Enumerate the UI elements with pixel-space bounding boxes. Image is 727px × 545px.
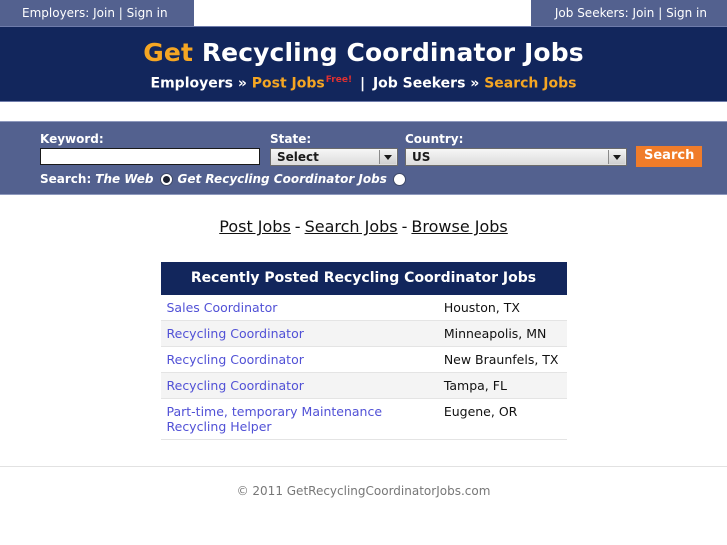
job-title-link[interactable]: Recycling Coordinator <box>167 326 304 341</box>
chevron-right-icon-2: » <box>470 75 480 92</box>
scope-web-radio[interactable] <box>159 172 173 186</box>
employers-prefix-label: Employers: <box>22 6 90 20</box>
masthead-jobseekers-label: Job Seekers <box>372 75 466 92</box>
masthead-search-jobs-link[interactable]: Search Jobs <box>484 76 576 92</box>
job-title-link[interactable]: Part-time, temporary Maintenance Recycli… <box>167 404 383 434</box>
table-row[interactable]: Part-time, temporary Maintenance Recycli… <box>160 398 567 440</box>
copyright-text: © 2011 GetRecyclingCoordinatorJobs.com <box>236 484 491 498</box>
page-title-rest: Recycling Coordinator Jobs <box>193 38 584 67</box>
masthead-employers-label: Employers <box>150 75 233 92</box>
job-title-link[interactable]: Recycling Coordinator <box>167 378 304 393</box>
quicklink-post-jobs[interactable]: Post Jobs <box>219 217 291 236</box>
country-label: Country: <box>405 132 464 146</box>
search-input[interactable] <box>40 148 260 165</box>
job-title-cell: Part-time, temporary Maintenance Recycli… <box>160 398 438 440</box>
scope-site-label: Get Recycling Coordinator Jobs <box>177 172 387 186</box>
state-select[interactable]: Select <box>270 148 398 166</box>
search-scope-row: Search: The Web Get Recycling Coordinato… <box>40 172 411 186</box>
quicklink-browse-jobs[interactable]: Browse Jobs <box>411 217 507 236</box>
page-title-accent: Get <box>143 38 194 67</box>
table-row[interactable]: Sales Coordinator Houston, TX <box>160 295 567 321</box>
footer: © 2011 GetRecyclingCoordinatorJobs.com <box>0 467 727 498</box>
jobseekers-utility-chip: Job Seekers: Join | Sign in <box>530 0 727 26</box>
state-select-value: Select <box>277 150 319 164</box>
recent-jobs-panel: Recently Posted Recycling Coordinator Jo… <box>160 262 567 440</box>
table-row[interactable]: Recycling Coordinator New Braunfels, TX <box>160 346 567 373</box>
employers-join-link[interactable]: Join <box>93 6 115 20</box>
scope-web-label: The Web <box>95 172 154 186</box>
top-utility-bar: Employers: Join | Sign in Job Seekers: J… <box>0 0 727 26</box>
keyword-label: Keyword: <box>40 132 104 146</box>
chevron-down-icon-2[interactable] <box>608 150 625 164</box>
country-select-value: US <box>412 150 431 164</box>
employers-divider: | <box>118 6 123 20</box>
job-title-cell: Recycling Coordinator <box>160 346 438 373</box>
free-badge: Free! <box>325 75 353 85</box>
quicklink-dash-1: - <box>294 217 301 236</box>
job-title-link[interactable]: Recycling Coordinator <box>167 352 304 367</box>
masthead-nav-pipe: | <box>359 75 366 92</box>
chevron-right-icon: » <box>237 75 247 92</box>
search-panel: Keyword: State: Select Country: US Searc… <box>0 121 727 195</box>
job-location-cell: New Braunfels, TX <box>437 346 567 373</box>
search-button[interactable]: Search <box>636 146 703 168</box>
job-title-link[interactable]: Sales Coordinator <box>167 300 278 315</box>
jobseekers-signin-link[interactable]: Sign in <box>666 6 707 20</box>
job-title-cell: Recycling Coordinator <box>160 320 438 347</box>
recent-jobs-header: Recently Posted Recycling Coordinator Jo… <box>160 262 567 295</box>
jobseekers-join-link[interactable]: Join <box>633 6 655 20</box>
employers-signin-link[interactable]: Sign in <box>127 6 168 20</box>
jobseekers-divider: | <box>658 6 663 20</box>
state-label: State: <box>270 132 312 146</box>
page-title: Get Recycling Coordinator Jobs <box>0 27 727 67</box>
recent-jobs-tbody: Sales Coordinator Houston, TX Recycling … <box>160 295 567 440</box>
masthead-post-jobs-link[interactable]: Post Jobs <box>252 76 325 92</box>
job-location-cell: Eugene, OR <box>437 398 567 440</box>
search-scope-label: Search: <box>40 172 92 186</box>
masthead-nav: Employers » Post JobsFree! | Job Seekers… <box>0 75 727 92</box>
table-row[interactable]: Recycling Coordinator Tampa, FL <box>160 372 567 399</box>
jobseekers-prefix-label: Job Seekers: <box>554 6 629 20</box>
job-title-cell: Sales Coordinator <box>160 295 438 321</box>
chevron-down-icon[interactable] <box>379 150 396 164</box>
search-panel-wrapper: Keyword: State: Select Country: US Searc… <box>0 102 727 195</box>
job-location-cell: Minneapolis, MN <box>437 320 567 347</box>
recent-jobs-table: Sales Coordinator Houston, TX Recycling … <box>160 295 567 440</box>
table-row[interactable]: Recycling Coordinator Minneapolis, MN <box>160 320 567 347</box>
job-title-cell: Recycling Coordinator <box>160 372 438 399</box>
quicklink-dash-2: - <box>401 217 408 236</box>
scope-site-radio[interactable] <box>392 172 406 186</box>
site-masthead: Get Recycling Coordinator Jobs Employers… <box>0 26 727 102</box>
job-location-cell: Houston, TX <box>437 295 567 321</box>
quick-links-nav: Post Jobs - Search Jobs - Browse Jobs <box>0 195 727 236</box>
quicklink-search-jobs[interactable]: Search Jobs <box>305 217 398 236</box>
employers-utility-chip: Employers: Join | Sign in <box>0 0 194 26</box>
country-select[interactable]: US <box>405 148 627 166</box>
job-location-cell: Tampa, FL <box>437 372 567 399</box>
